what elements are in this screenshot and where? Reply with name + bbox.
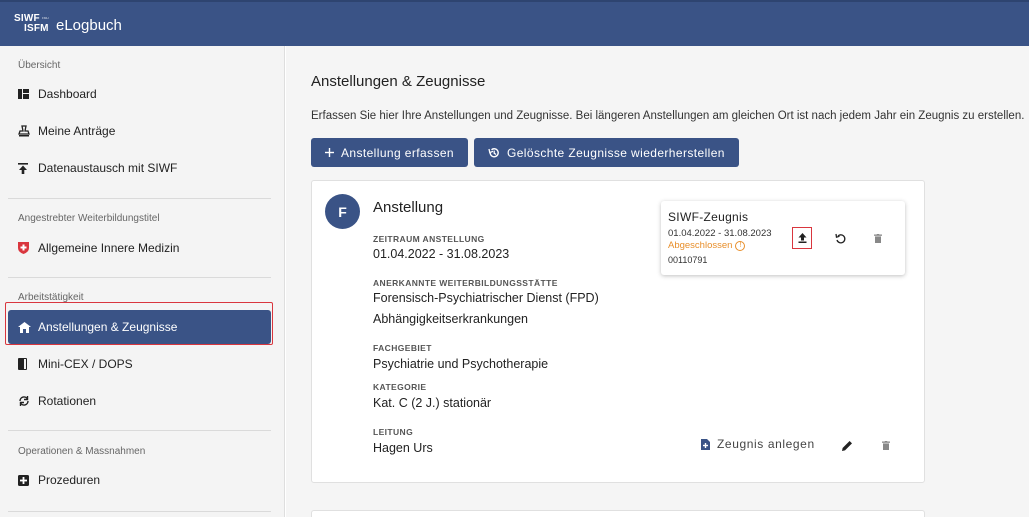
sidebar-item-label: Rotationen xyxy=(38,394,97,408)
rotate-icon xyxy=(18,395,38,407)
sidebar-item-meine-antraege[interactable]: Meine Anträge xyxy=(8,114,271,148)
certificate-title: SIWF-Zeugnis xyxy=(668,210,749,224)
sidebar-item-label: Mini-CEX / DOPS xyxy=(38,357,133,371)
certificate-status-label: Abgeschlossen xyxy=(668,240,733,251)
app-title: eLogbuch xyxy=(56,17,122,34)
field-value-weiterbildungsstaette: Forensisch-Psychiatrischer Dienst (FPD) xyxy=(373,291,599,305)
certificate-number: 00110791 xyxy=(668,255,708,265)
sidebar-divider xyxy=(8,198,271,199)
restore-certificates-button[interactable]: Gelöschte Zeugnisse wiederherstellen xyxy=(474,138,739,167)
certificate-date: 01.04.2022 - 31.08.2023 xyxy=(668,228,772,239)
reset-certificate-button[interactable] xyxy=(830,227,850,249)
edit-employment-button[interactable] xyxy=(839,437,855,453)
sidebar-item-label: Datenaustausch mit SIWF xyxy=(38,161,178,175)
field-label-fachgebiet: FACHGEBIET xyxy=(373,343,432,353)
card-title: Anstellung xyxy=(373,199,444,216)
dashboard-icon xyxy=(18,89,38,99)
field-value-leitung: Hagen Urs xyxy=(373,441,433,455)
create-certificate-label: Zeugnis anlegen xyxy=(717,437,815,451)
restore-certificates-label: Gelöschte Zeugnisse wiederherstellen xyxy=(507,145,725,160)
field-label-zeitraum: ZEITRAUM ANSTELLUNG xyxy=(373,234,485,244)
delete-employment-button[interactable] xyxy=(878,437,894,453)
add-employment-label: Anstellung erfassen xyxy=(341,145,454,160)
sidebar-divider xyxy=(8,511,271,512)
stamp-icon xyxy=(18,125,38,137)
trash-icon xyxy=(874,233,882,243)
sidebar-item-mini-cex[interactable]: Mini-CEX / DOPS xyxy=(8,347,271,381)
sidebar-divider xyxy=(8,430,271,431)
book-icon xyxy=(18,358,38,370)
sidebar-item-label: Prozeduren xyxy=(38,473,101,487)
employment-card-next xyxy=(311,510,925,517)
plus-icon xyxy=(325,148,334,157)
field-label-weiterbildungsstaette: ANERKANNTE WEITERBILDUNGSSTÄTTE xyxy=(373,278,558,288)
field-value-abteilung: Abhängigkeitserkrankungen xyxy=(373,312,528,326)
upload-certificate-button[interactable] xyxy=(792,227,812,249)
sidebar-item-datenaustausch[interactable]: Datenaustausch mit SIWF xyxy=(8,151,271,185)
employment-card: F Anstellung ZEITRAUM ANSTELLUNG 01.04.2… xyxy=(311,180,925,483)
main-content: Anstellungen & Zeugnisse Erfassen Sie hi… xyxy=(286,46,1029,517)
history-icon xyxy=(488,147,500,159)
home-icon xyxy=(18,321,38,333)
sidebar-item-innere-medizin[interactable]: Allgemeine Innere Medizin xyxy=(8,231,271,265)
sidebar-item-prozeduren[interactable]: Prozeduren xyxy=(8,463,271,497)
avatar: F xyxy=(325,194,360,229)
file-plus-icon xyxy=(701,438,710,450)
logo-line2: ISFM xyxy=(24,23,49,34)
upload-icon xyxy=(18,162,38,174)
sidebar-item-anstellungen[interactable]: Anstellungen & Zeugnisse xyxy=(8,310,271,344)
logo-small: FMH xyxy=(42,16,49,20)
sidebar-item-rotationen[interactable]: Rotationen xyxy=(8,384,271,418)
sidebar-item-dashboard[interactable]: Dashboard xyxy=(8,77,271,111)
siwf-logo: SIWF FMH ISFM xyxy=(14,14,54,36)
top-bar: SIWF FMH ISFM eLogbuch xyxy=(0,0,1029,46)
upload-icon xyxy=(798,233,807,243)
create-certificate-button[interactable]: Zeugnis anlegen xyxy=(701,437,815,451)
field-label-leitung: LEITUNG xyxy=(373,427,414,437)
certificate-status: Abgeschlossen ! xyxy=(668,240,746,251)
add-employment-button[interactable]: Anstellung erfassen xyxy=(311,138,468,167)
sidebar-item-label: Meine Anträge xyxy=(38,124,116,138)
warning-icon: ! xyxy=(735,240,746,251)
plus-box-icon xyxy=(18,474,38,486)
field-label-kategorie: KATEGORIE xyxy=(373,382,427,392)
certificate-card[interactable]: SIWF-Zeugnis 01.04.2022 - 31.08.2023 Abg… xyxy=(661,201,905,275)
sidebar-divider xyxy=(8,277,271,278)
section-label-overview: Übersicht xyxy=(18,60,61,71)
field-value-kategorie: Kat. C (2 J.) stationär xyxy=(373,396,492,410)
sidebar-item-label: Anstellungen & Zeugnisse xyxy=(38,320,178,334)
delete-certificate-button[interactable] xyxy=(868,227,888,249)
pencil-icon xyxy=(841,440,853,451)
intro-text: Erfassen Sie hier Ihre Anstellungen und … xyxy=(311,110,1025,122)
sidebar: Übersicht Dashboard Meine Anträge Datena… xyxy=(0,46,285,517)
sidebar-item-label: Dashboard xyxy=(38,87,97,101)
swiss-flag-icon xyxy=(18,242,38,254)
section-label-weiterbildungstitel: Angestrebter Weiterbildungstitel xyxy=(18,213,160,224)
page-title: Anstellungen & Zeugnisse xyxy=(311,73,486,90)
field-value-fachgebiet: Psychiatrie und Psychotherapie xyxy=(373,357,549,371)
trash-icon xyxy=(882,440,890,450)
field-value-zeitraum: 01.04.2022 - 31.08.2023 xyxy=(373,247,510,261)
undo-icon xyxy=(834,233,846,244)
section-label-operationen: Operationen & Massnahmen xyxy=(18,446,146,457)
sidebar-item-label: Allgemeine Innere Medizin xyxy=(38,241,180,255)
